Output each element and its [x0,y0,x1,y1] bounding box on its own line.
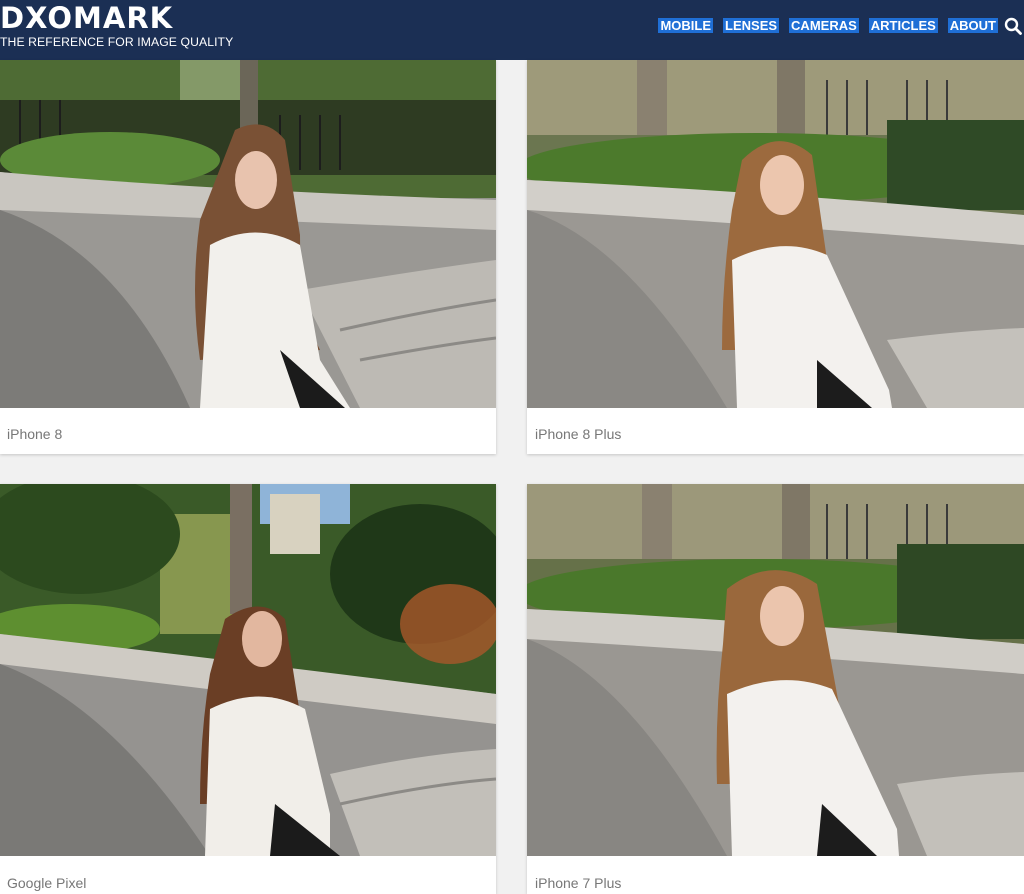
nav-item-cameras[interactable]: CAMERAS [789,18,859,33]
logo[interactable]: DXOMARK [0,3,173,33]
sample-caption: iPhone 7 Plus [535,875,622,891]
sample-card-google-pixel: Google Pixel [0,484,496,894]
nav-item-lenses[interactable]: LENSES [723,18,780,33]
sample-card-iphone-7-plus: iPhone 7 Plus [527,484,1024,894]
sample-photo[interactable] [527,60,1024,408]
sample-caption: Google Pixel [7,875,87,891]
sample-caption: iPhone 8 Plus [535,426,622,442]
sample-photo[interactable] [527,484,1024,856]
sample-card-iphone-8-plus: iPhone 8 Plus [527,60,1024,454]
site-header: DXOMARK THE REFERENCE FOR IMAGE QUALITY … [0,0,1024,60]
sample-card-iphone-8: iPhone 8 [0,60,496,454]
nav-item-about[interactable]: ABOUT [947,18,998,33]
tagline: THE REFERENCE FOR IMAGE QUALITY [0,35,234,49]
sample-caption: iPhone 8 [7,426,63,442]
main-nav: MOBILE LENSES CAMERAS ARTICLES ABOUT [658,18,998,33]
sample-photo[interactable] [0,60,496,408]
sample-photo[interactable] [0,484,496,856]
search-icon[interactable] [1004,17,1022,35]
nav-item-mobile[interactable]: MOBILE [658,18,714,33]
nav-item-articles[interactable]: ARTICLES [868,18,938,33]
